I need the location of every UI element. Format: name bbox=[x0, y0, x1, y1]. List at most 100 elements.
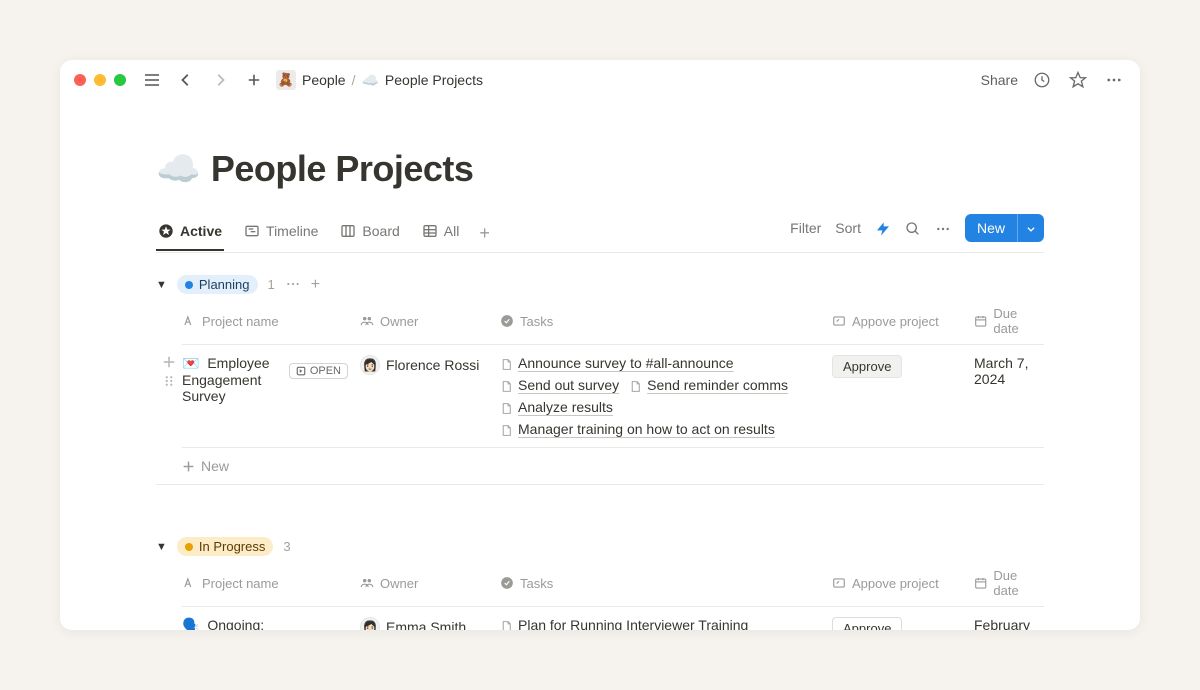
group-header: ▼ Planning 1 + bbox=[156, 271, 1044, 298]
group-header: ▼ In Progress 3 bbox=[156, 533, 1044, 560]
approve-button[interactable]: Approve bbox=[832, 355, 902, 378]
table-row: 💌 Employee Engagement Survey OPEN 👩🏻 Flo… bbox=[156, 345, 1044, 448]
task-chip[interactable]: Manager training on how to act on result… bbox=[500, 421, 775, 437]
sort-button[interactable]: Sort bbox=[835, 220, 861, 236]
col-header-approve[interactable]: Appove project bbox=[832, 306, 974, 336]
column-headers: Project name Owner Tasks Appove project … bbox=[182, 560, 1044, 607]
col-header-tasks[interactable]: Tasks bbox=[500, 568, 832, 598]
project-emoji-icon: 💌 bbox=[182, 355, 199, 371]
owner-name: Florence Rossi bbox=[386, 357, 479, 373]
automations-icon[interactable] bbox=[875, 219, 891, 236]
share-button[interactable]: Share bbox=[981, 72, 1018, 88]
search-icon[interactable] bbox=[905, 219, 921, 236]
cell-tasks[interactable]: Plan for Running Interviewer Training Ru… bbox=[500, 617, 832, 630]
tab-board[interactable]: Board bbox=[338, 217, 401, 251]
add-row-icon[interactable] bbox=[162, 353, 176, 369]
col-header-due[interactable]: Due date bbox=[974, 568, 1044, 598]
page-icon bbox=[500, 377, 513, 392]
maximize-window[interactable] bbox=[114, 74, 126, 86]
view-controls: Filter Sort New bbox=[790, 214, 1044, 252]
column-headers: Project name Owner Tasks Appove project … bbox=[182, 298, 1044, 345]
tab-label: Active bbox=[180, 223, 222, 239]
page-body: ☁️ People Projects Active Timeline Board… bbox=[60, 148, 1140, 630]
row-gutter bbox=[156, 345, 182, 387]
group-collapse-icon[interactable]: ▼ bbox=[156, 279, 167, 291]
add-view-icon[interactable]: + bbox=[479, 223, 490, 244]
col-header-owner[interactable]: Owner bbox=[360, 306, 500, 336]
drag-handle-icon[interactable] bbox=[163, 371, 175, 387]
titlebar: 🧸 People / ☁️ People Projects Share bbox=[60, 60, 1140, 100]
col-header-due[interactable]: Due date bbox=[974, 306, 1044, 336]
favorite-icon[interactable] bbox=[1066, 68, 1090, 92]
new-button-label: New bbox=[965, 214, 1017, 242]
col-header-approve[interactable]: Appove project bbox=[832, 568, 974, 598]
page-icon[interactable]: ☁️ bbox=[156, 148, 201, 190]
cell-owner[interactable]: 👩🏻 Florence Rossi bbox=[360, 355, 500, 437]
tab-label: All bbox=[444, 223, 460, 239]
col-header-tasks[interactable]: Tasks bbox=[500, 306, 832, 336]
sidebar-toggle-icon[interactable] bbox=[140, 68, 164, 92]
tab-active[interactable]: Active bbox=[156, 217, 224, 251]
breadcrumb-parent[interactable]: People bbox=[302, 72, 346, 88]
topbar-right: Share bbox=[981, 68, 1126, 92]
more-icon[interactable] bbox=[1102, 68, 1126, 92]
task-label: Manager training on how to act on result… bbox=[518, 421, 775, 437]
col-header-name[interactable]: Project name bbox=[182, 568, 360, 598]
nav-forward-icon[interactable] bbox=[208, 68, 232, 92]
new-button-caret-icon[interactable] bbox=[1017, 214, 1044, 242]
col-header-name[interactable]: Project name bbox=[182, 306, 360, 336]
status-badge[interactable]: In Progress bbox=[177, 537, 273, 556]
open-label: OPEN bbox=[310, 365, 341, 377]
group-collapse-icon[interactable]: ▼ bbox=[156, 541, 167, 553]
page-icon bbox=[500, 355, 513, 370]
cell-tasks[interactable]: Announce survey to #all-announce Send ou… bbox=[500, 355, 832, 437]
avatar: 👩🏻 bbox=[360, 617, 380, 630]
minimize-window[interactable] bbox=[94, 74, 106, 86]
cell-approve[interactable]: Approve bbox=[832, 617, 974, 630]
task-chip[interactable]: Announce survey to #all-announce bbox=[500, 355, 734, 371]
new-row-button[interactable]: New bbox=[156, 448, 1044, 485]
table-row: 🗣️ Ongoing: Interviewer training 👩🏻 Emma… bbox=[156, 607, 1044, 630]
group-add-icon[interactable]: + bbox=[311, 276, 320, 294]
project-emoji-icon: 🗣️ bbox=[182, 617, 199, 630]
status-badge[interactable]: Planning bbox=[177, 275, 258, 294]
status-dot-icon bbox=[185, 543, 193, 551]
status-label: Planning bbox=[199, 277, 250, 292]
cell-due-date[interactable]: March 7, 2024 bbox=[974, 355, 1044, 437]
status-dot-icon bbox=[185, 281, 193, 289]
task-chip[interactable]: Plan for Running Interviewer Training bbox=[500, 617, 748, 630]
new-page-icon[interactable] bbox=[242, 68, 266, 92]
task-label: Analyze results bbox=[518, 399, 613, 415]
task-chip[interactable]: Send reminder comms bbox=[629, 377, 788, 393]
task-chip[interactable]: Send out survey bbox=[500, 377, 619, 393]
updates-icon[interactable] bbox=[1030, 68, 1054, 92]
breadcrumb: 🧸 People / ☁️ People Projects bbox=[276, 70, 483, 90]
group-more-icon[interactable] bbox=[285, 276, 301, 294]
close-window[interactable] bbox=[74, 74, 86, 86]
approve-button[interactable]: Approve bbox=[832, 617, 902, 630]
nav-back-icon[interactable] bbox=[174, 68, 198, 92]
view-more-icon[interactable] bbox=[935, 219, 951, 236]
cell-approve[interactable]: Approve bbox=[832, 355, 974, 437]
breadcrumb-page[interactable]: People Projects bbox=[385, 72, 483, 88]
filter-button[interactable]: Filter bbox=[790, 220, 821, 236]
app-window: 🧸 People / ☁️ People Projects Share ☁️ P… bbox=[60, 60, 1140, 630]
breadcrumb-page-icon: ☁️ bbox=[361, 72, 378, 89]
cell-project-name[interactable]: 🗣️ Ongoing: Interviewer training bbox=[182, 617, 360, 630]
task-label: Send out survey bbox=[518, 377, 619, 393]
new-button[interactable]: New bbox=[965, 214, 1044, 242]
breadcrumb-parent-icon: 🧸 bbox=[276, 70, 296, 90]
col-header-owner[interactable]: Owner bbox=[360, 568, 500, 598]
page-title[interactable]: People Projects bbox=[211, 148, 474, 190]
cell-owner[interactable]: 👩🏻 Emma Smith bbox=[360, 617, 500, 630]
tab-timeline[interactable]: Timeline bbox=[242, 217, 320, 251]
open-page-button[interactable]: OPEN bbox=[289, 363, 348, 379]
row-gutter bbox=[156, 607, 182, 615]
cell-project-name[interactable]: 💌 Employee Engagement Survey OPEN bbox=[182, 355, 360, 437]
cell-due-date[interactable]: February 1, 2024 bbox=[974, 617, 1044, 630]
task-label: Announce survey to #all-announce bbox=[518, 355, 734, 371]
tab-all[interactable]: All bbox=[420, 217, 462, 251]
task-chip[interactable]: Analyze results bbox=[500, 399, 613, 415]
owner-name: Emma Smith bbox=[386, 619, 466, 630]
traffic-lights bbox=[74, 74, 126, 86]
